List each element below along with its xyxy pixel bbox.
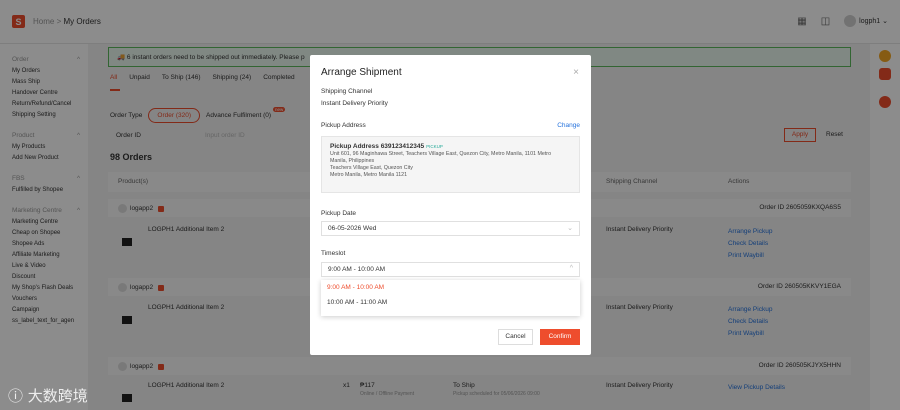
timeslot-dropdown: 9:00 AM - 10:00 AM 10:00 AM - 11:00 AM	[321, 280, 580, 316]
chevron-down-icon: ⌄	[567, 225, 573, 232]
pickup-date-select[interactable]: 06-05-2026 Wed ⌄	[321, 221, 580, 236]
arrange-shipment-modal: Arrange Shipment × Shipping Channel Inst…	[310, 55, 591, 355]
cancel-button[interactable]: Cancel	[498, 329, 533, 345]
timeslot-select[interactable]: 9:00 AM - 10:00 AM ^	[321, 262, 580, 277]
timeslot-option[interactable]: 10:00 AM - 11:00 AM	[321, 295, 580, 310]
pickup-address-label: Pickup Address	[321, 122, 366, 129]
close-icon[interactable]: ×	[573, 67, 579, 78]
modal-title: Arrange Shipment	[321, 67, 402, 78]
change-address-link[interactable]: Change	[557, 122, 580, 129]
chevron-up-icon: ^	[569, 265, 573, 272]
timeslot-option[interactable]: 9:00 AM - 10:00 AM	[321, 280, 580, 295]
pickup-address-card: Pickup Address 639123412345 PICKUP Unit 6…	[321, 136, 580, 193]
pickup-tag: PICKUP	[426, 144, 443, 149]
shipping-channel-label: Shipping Channel	[321, 88, 373, 95]
pickup-date-label: Pickup Date	[321, 210, 357, 217]
shipping-channel-value: Instant Delivery Priority	[321, 100, 388, 107]
confirm-button[interactable]: Confirm	[540, 329, 580, 345]
timeslot-label: Timeslot	[321, 250, 346, 257]
watermark: ⓘ 大数跨境	[8, 387, 88, 405]
